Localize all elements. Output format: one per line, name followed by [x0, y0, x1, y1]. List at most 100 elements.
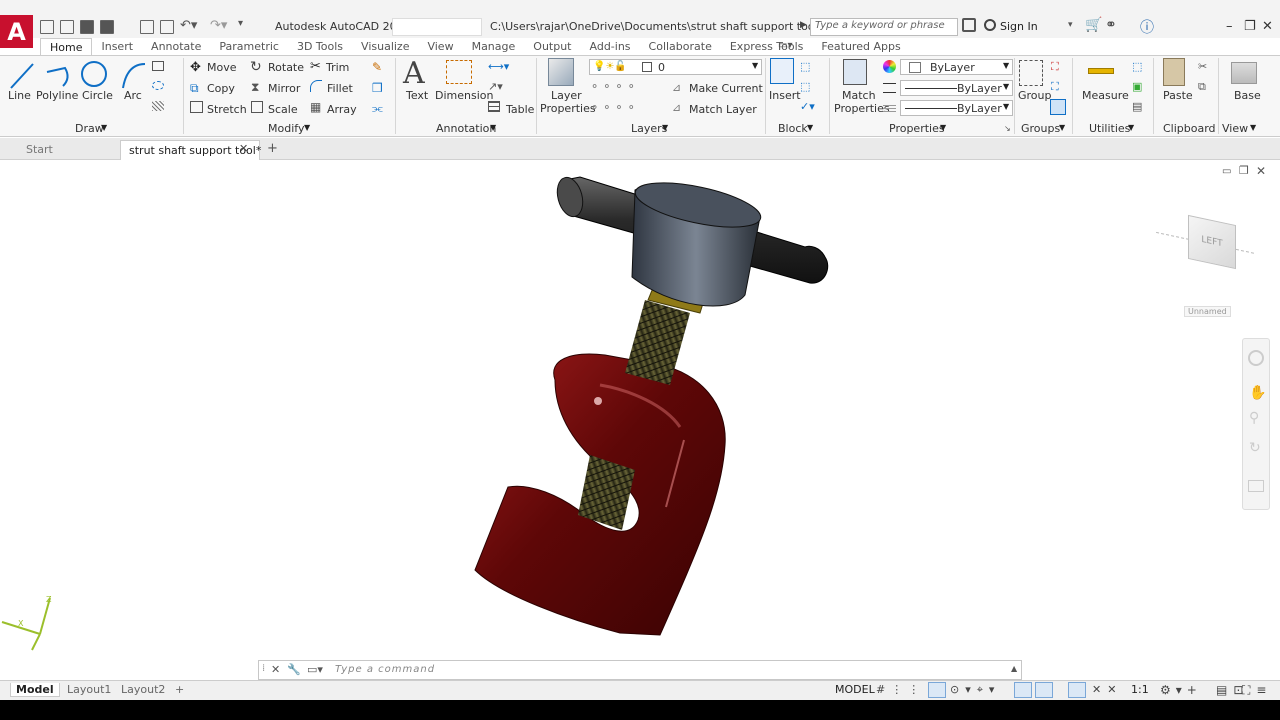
rotate-button[interactable]: Rotate — [268, 61, 304, 74]
edit-block-icon[interactable]: ⬚ — [800, 80, 810, 93]
copy-icon[interactable]: ⧉ — [190, 81, 199, 96]
new-tab-icon[interactable]: + — [267, 141, 278, 156]
strut-shaft-model[interactable] — [460, 165, 840, 645]
close-command-icon[interactable]: ✕ — [271, 663, 280, 676]
layer-tools-icons-2[interactable]: ⚬⚬⚬⚬ — [590, 101, 639, 114]
rotate-icon[interactable]: ↻ — [250, 59, 262, 75]
insert-button[interactable]: Insert — [769, 89, 801, 102]
binoculars-icon[interactable] — [962, 18, 976, 32]
mirror-button[interactable]: Mirror — [268, 82, 300, 95]
chevron-right-icon[interactable]: ▶ — [800, 20, 807, 30]
fillet-icon[interactable] — [310, 80, 322, 92]
layer-tools-icons[interactable]: ⚬⚬⚬⚬ — [590, 80, 639, 93]
customize-quick-access-icon[interactable]: ▾ — [238, 18, 243, 29]
plot-icon[interactable] — [160, 20, 174, 34]
group-selection-icon[interactable] — [1050, 99, 1066, 115]
tab-view[interactable]: View — [418, 38, 462, 55]
chevron-down-icon[interactable]: ▼ — [807, 123, 813, 132]
restore-icon[interactable]: ❐ — [1244, 19, 1256, 34]
draw-panel-title[interactable]: Draw — [75, 122, 104, 135]
measure-button[interactable]: Measure — [1082, 89, 1129, 102]
match-properties-label-2[interactable]: Properties — [834, 102, 890, 115]
leader-icon[interactable]: ↗▾ — [488, 80, 503, 93]
workspace-switch-icons[interactable]: ⚙▾+ — [1160, 683, 1202, 697]
annotation-scale-icons[interactable]: ✕✕ — [1092, 683, 1122, 696]
command-history-icon[interactable]: ▲ — [1011, 664, 1017, 673]
chevron-down-icon[interactable]: ▼ — [490, 123, 496, 132]
ungroup-icon[interactable]: ⛶ — [1051, 60, 1059, 74]
color-dropdown[interactable]: ByLayer ▼ — [900, 59, 1013, 75]
lineweight-icon[interactable] — [883, 103, 896, 112]
open-from-web-icon[interactable] — [140, 20, 154, 34]
stretch-icon[interactable] — [190, 101, 203, 113]
add-layout-icon[interactable]: + — [170, 683, 189, 696]
tab-model[interactable]: Model — [10, 683, 60, 697]
annotation-scale[interactable]: 1:1 — [1126, 683, 1154, 696]
modify-panel-title[interactable]: Modify — [268, 122, 304, 135]
erase-icon[interactable]: ✎ — [372, 60, 382, 74]
close-icon[interactable]: ✕ — [1262, 19, 1273, 34]
layer-properties-label-2[interactable]: Properties — [540, 102, 596, 115]
text-button[interactable]: Text — [406, 89, 428, 102]
trim-button[interactable]: Trim — [326, 61, 349, 74]
gradient-icon[interactable] — [152, 101, 164, 111]
lineweight-toggle-icon[interactable] — [1035, 682, 1053, 698]
application-menu-button[interactable]: A — [0, 15, 33, 48]
model-space-toggle[interactable]: MODEL — [830, 683, 880, 696]
table-button[interactable]: Table — [506, 103, 534, 116]
grip-icon[interactable]: ⁞ — [262, 663, 265, 674]
polyline-button[interactable]: Polyline — [36, 89, 78, 102]
match-properties-icon[interactable] — [843, 59, 867, 85]
open-file-icon[interactable] — [60, 20, 74, 34]
insert-block-icon[interactable] — [770, 58, 794, 84]
zoom-extents-icon[interactable]: ⚲ — [1249, 410, 1259, 426]
tab-visualize[interactable]: Visualize — [352, 38, 418, 55]
save-as-icon[interactable] — [100, 20, 114, 34]
tab-manage[interactable]: Manage — [463, 38, 525, 55]
polar-osnap-icons[interactable]: ⊙▾⌖▾ — [950, 683, 1000, 697]
table-icon[interactable] — [488, 101, 500, 112]
arc-icon[interactable] — [120, 58, 150, 88]
undo-icon[interactable]: ↶▾ — [180, 18, 197, 33]
array-icon[interactable]: ▦ — [310, 100, 321, 114]
measure-icon[interactable] — [1088, 68, 1114, 74]
cart-icon[interactable]: 🛒 — [1085, 17, 1102, 33]
minimize-icon[interactable]: – — [1226, 19, 1233, 34]
save-icon[interactable] — [80, 20, 94, 34]
chevron-down-icon[interactable]: ▼ — [304, 123, 310, 132]
move-icon[interactable]: ✥ — [190, 60, 201, 75]
sign-in-dropdown-icon[interactable]: ▾ — [1068, 20, 1073, 30]
chevron-down-icon[interactable]: ▼ — [940, 123, 946, 132]
redo-icon[interactable]: ↷▾ — [210, 18, 227, 33]
tab-add-ins[interactable]: Add-ins — [581, 38, 640, 55]
utilities-panel-title[interactable]: Utilities — [1089, 122, 1130, 135]
chevron-down-icon[interactable]: ▼ — [1250, 123, 1256, 132]
edit-attributes-icon[interactable]: ✓▾ — [800, 100, 815, 113]
explode-icon[interactable]: ❒ — [372, 81, 383, 95]
new-file-icon[interactable] — [40, 20, 54, 34]
fullscreen-customize-icons[interactable]: ⛶≡ — [1242, 683, 1272, 698]
annotation-panel-title[interactable]: Annotation — [436, 122, 496, 135]
tab-annotate[interactable]: Annotate — [142, 38, 210, 55]
match-properties-label-1[interactable]: Match — [842, 89, 876, 102]
arc-button[interactable]: Arc — [124, 89, 142, 102]
customize-icon[interactable]: 🔧 — [287, 663, 301, 676]
viewport-restore-icon[interactable]: ❐ — [1239, 164, 1249, 177]
annotation-visibility-icon[interactable] — [1068, 682, 1086, 698]
ortho-icon[interactable] — [928, 682, 946, 698]
ucs-menu[interactable]: Unnamed — [1184, 306, 1231, 317]
steering-wheel-icon[interactable] — [1248, 350, 1264, 366]
viewport-minimize-icon[interactable]: ▭ — [1222, 166, 1231, 177]
calculator-icon[interactable]: ▣ — [1132, 80, 1142, 93]
chevron-down-icon[interactable]: ▼ — [1059, 123, 1065, 132]
tab-featured-apps[interactable]: Featured Apps — [812, 38, 909, 55]
panel-launcher-icon[interactable]: ↘ — [1004, 124, 1011, 133]
paste-icon[interactable] — [1163, 58, 1185, 86]
layer-properties-icon[interactable] — [548, 58, 574, 86]
groups-panel-title[interactable]: Groups — [1021, 122, 1060, 135]
search-input[interactable]: Type a keyword or phrase — [810, 18, 958, 36]
tab-output[interactable]: Output — [524, 38, 580, 55]
copy-button[interactable]: Copy — [207, 82, 235, 95]
offset-icon[interactable]: ⫘ — [372, 101, 383, 116]
make-current-icon[interactable]: ⊿ — [672, 81, 681, 94]
